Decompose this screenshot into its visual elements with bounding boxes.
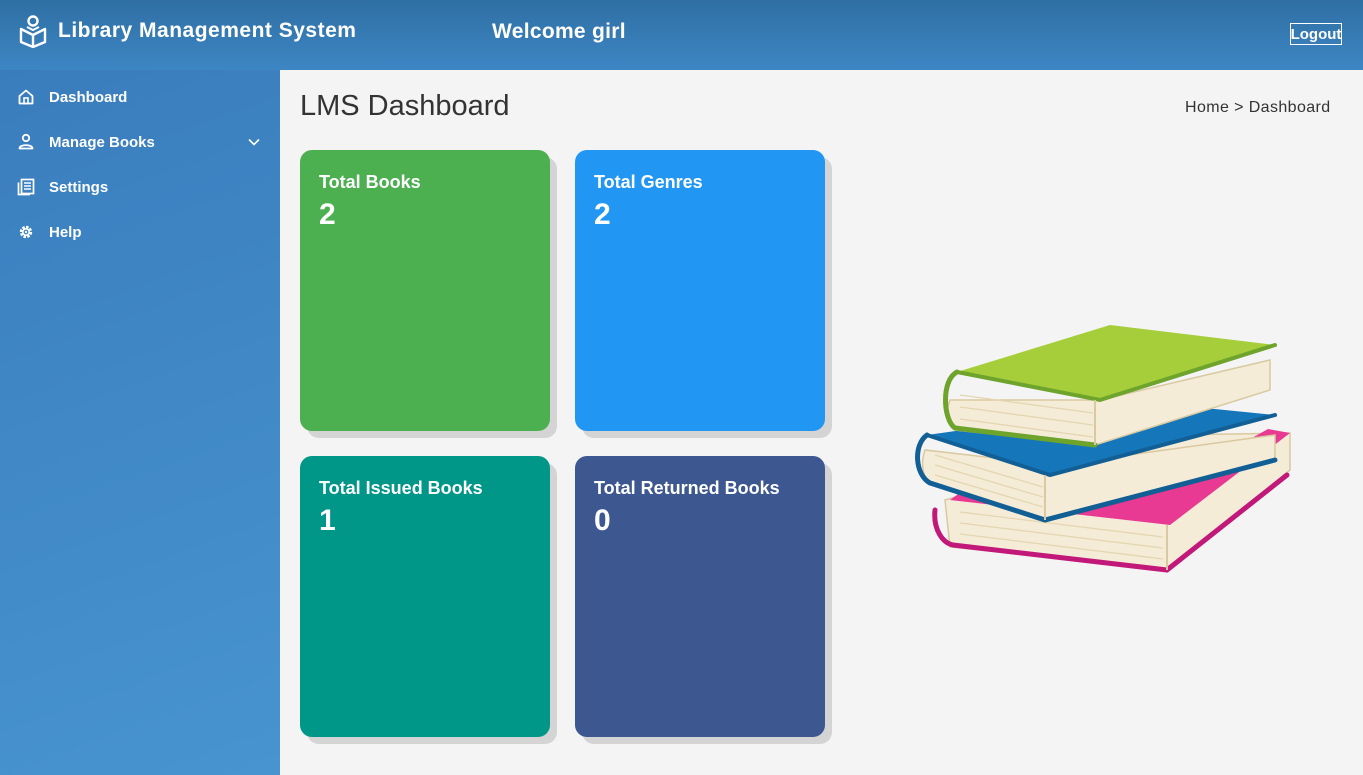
card-total-books[interactable]: Total Books 2 [300, 150, 550, 431]
chevron-down-icon[interactable] [247, 135, 261, 149]
gear-icon [19, 225, 33, 239]
card-total-issued-books[interactable]: Total Issued Books 1 [300, 456, 550, 737]
sidebar-item-settings[interactable]: Settings [0, 167, 280, 207]
card-value: 0 [594, 504, 611, 537]
card-value: 2 [594, 198, 611, 231]
sidebar-item-help[interactable]: Help [0, 212, 280, 252]
document-icon [17, 178, 35, 196]
logout-button[interactable]: Logout [1290, 23, 1342, 45]
page-title: LMS Dashboard [300, 90, 510, 122]
card-title: Total Books [319, 172, 421, 192]
sidebar-item-dashboard[interactable]: Dashboard [0, 77, 280, 117]
card-total-returned-books[interactable]: Total Returned Books 0 [575, 456, 825, 737]
home-icon [18, 89, 34, 105]
sidebar-item-label: Help [49, 223, 82, 241]
breadcrumb[interactable]: Home > Dashboard [1185, 99, 1331, 117]
book-reader-icon [19, 15, 47, 48]
card-total-genres[interactable]: Total Genres 2 [575, 150, 825, 431]
card-value: 2 [319, 198, 336, 231]
card-value: 1 [319, 504, 336, 537]
sidebar-item-manage-books[interactable]: Manage Books [0, 122, 280, 162]
books-stack-illustration [915, 325, 1291, 573]
sidebar-item-label: Manage Books [49, 133, 155, 151]
sidebar-item-label: Dashboard [49, 88, 128, 106]
welcome-message: Welcome girl [492, 20, 626, 43]
card-title: Total Genres [594, 172, 703, 192]
app-title: Library Management System [58, 19, 357, 42]
sidebar: Dashboard Manage Books Settings Help [0, 70, 280, 775]
card-title: Total Issued Books [319, 478, 483, 498]
top-header: Library Management System Welcome girl L… [0, 0, 1363, 70]
card-title: Total Returned Books [594, 478, 780, 498]
sidebar-item-label: Settings [49, 178, 109, 196]
brand[interactable]: Library Management System [18, 14, 356, 48]
user-icon [18, 133, 34, 150]
